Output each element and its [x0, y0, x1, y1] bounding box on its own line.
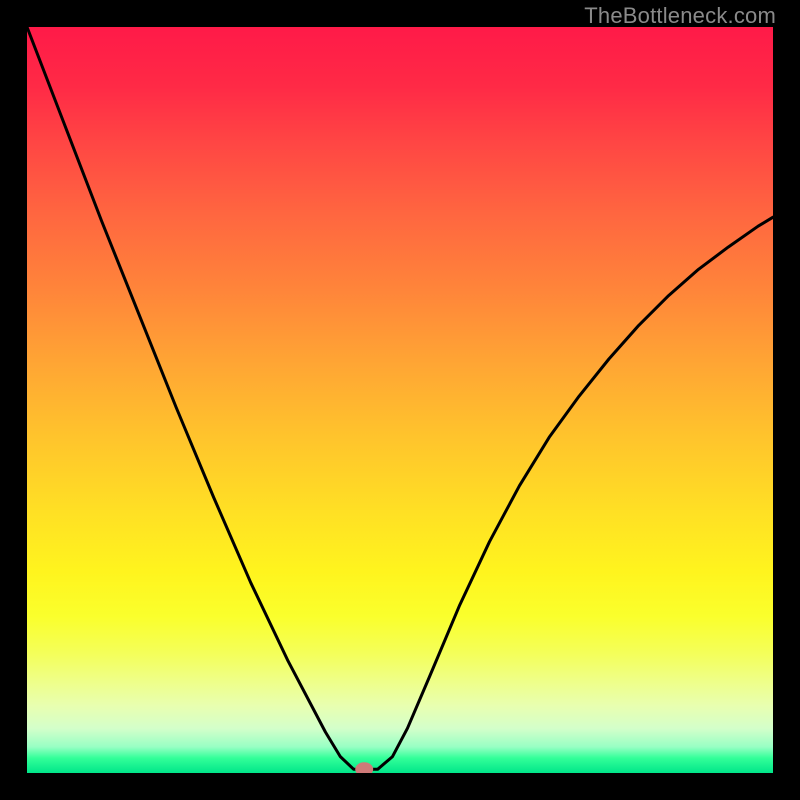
- minimum-marker: [355, 762, 373, 773]
- curve-layer: [27, 27, 773, 773]
- watermark-text: TheBottleneck.com: [584, 3, 776, 29]
- chart-frame: TheBottleneck.com: [0, 0, 800, 800]
- bottleneck-curve: [27, 27, 773, 769]
